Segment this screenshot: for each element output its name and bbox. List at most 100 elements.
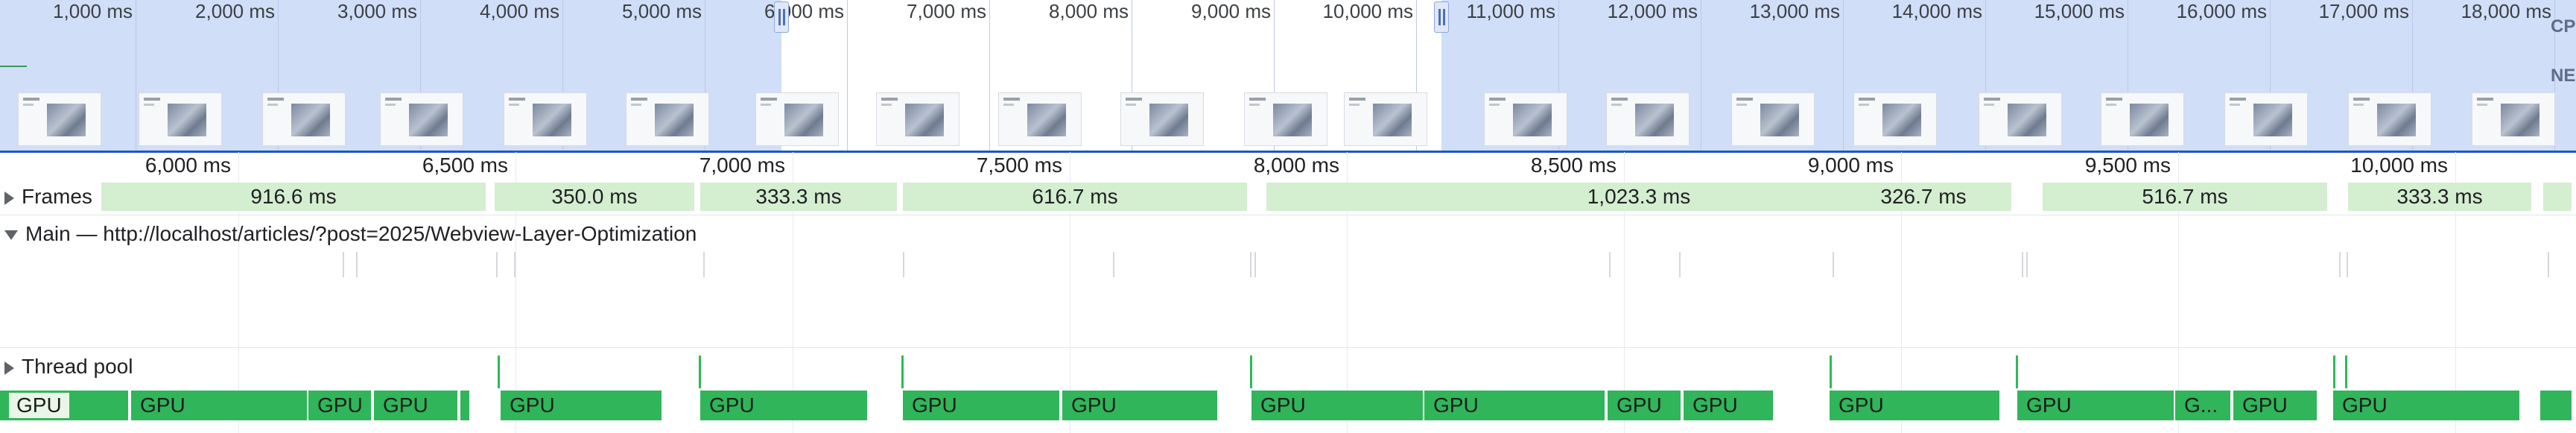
main-task-tick[interactable] xyxy=(2347,252,2348,277)
overview-time-label: 15,000 ms xyxy=(2034,0,2125,22)
frame-block[interactable]: 326.7 ms xyxy=(1834,183,2013,211)
screenshot-thumbnail[interactable] xyxy=(2224,92,2308,146)
screenshot-thumbnail[interactable] xyxy=(626,92,709,146)
frame-block[interactable]: 333.3 ms xyxy=(2348,183,2531,211)
gpu-task-block[interactable]: GPU xyxy=(2333,391,2519,420)
frame-block[interactable] xyxy=(2543,183,2572,211)
main-task-tick[interactable] xyxy=(2022,252,2023,277)
thread-pool-task[interactable] xyxy=(1250,355,1252,388)
main-task-tick[interactable] xyxy=(1250,252,1251,277)
screenshot-thumbnail[interactable] xyxy=(1979,92,2062,146)
frame-block[interactable]: 916.6 ms xyxy=(101,183,486,211)
cpu-chart-label: CP xyxy=(2551,16,2576,37)
gpu-task-block[interactable]: GPU xyxy=(1684,391,1773,420)
overview-gridline xyxy=(1843,0,1844,152)
gpu-task-block[interactable]: G... xyxy=(2175,391,2230,420)
frame-block[interactable]: 616.7 ms xyxy=(903,183,1247,211)
main-task-tick[interactable] xyxy=(1679,252,1681,277)
ruler-time-label: 9,500 ms xyxy=(2084,154,2171,177)
screenshot-thumbnail[interactable] xyxy=(380,92,463,146)
screenshot-thumbnail[interactable] xyxy=(2472,92,2555,146)
gpu-task-block[interactable]: GPU xyxy=(1830,391,1999,420)
frames-track-title: Frames xyxy=(22,185,92,208)
main-task-tick[interactable] xyxy=(2026,252,2028,277)
ruler-time-label: 8,000 ms xyxy=(1253,154,1339,177)
gpu-task-block[interactable]: GPU xyxy=(2017,391,2174,420)
selection-end-handle[interactable] xyxy=(1434,1,1449,33)
selection-start-handle[interactable] xyxy=(774,1,789,33)
screenshot-thumbnail[interactable] xyxy=(1853,92,1937,146)
overview-time-label: 12,000 ms xyxy=(1607,0,1698,22)
screenshot-thumbnail[interactable] xyxy=(18,92,101,146)
main-task-tick[interactable] xyxy=(343,252,344,277)
cpu-activity-line xyxy=(0,66,27,67)
thread-pool-task[interactable] xyxy=(1830,355,1832,388)
gpu-task-block[interactable]: GPU xyxy=(0,391,128,420)
main-task-tick[interactable] xyxy=(1254,252,1256,277)
thread-pool-track-header[interactable]: Thread pool xyxy=(4,352,133,382)
screenshot-thumbnail[interactable] xyxy=(504,92,587,146)
collapse-arrow-icon[interactable] xyxy=(4,230,18,241)
screenshot-thumbnail[interactable] xyxy=(139,92,222,146)
main-track-title: Main — http://localhost/articles/?post=2… xyxy=(25,222,697,245)
gpu-task-block[interactable]: GPU xyxy=(131,391,307,420)
gpu-task-block[interactable]: GPU xyxy=(1251,391,1423,420)
gpu-task-block[interactable] xyxy=(460,391,469,420)
overview-time-label: 7,000 ms xyxy=(907,0,986,22)
gpu-task-block[interactable]: GPU xyxy=(2233,391,2317,420)
screenshot-thumbnail[interactable] xyxy=(1731,92,1815,146)
gpu-task-block[interactable] xyxy=(2540,391,2572,420)
screenshot-thumbnail[interactable] xyxy=(2101,92,2184,146)
thread-pool-task[interactable] xyxy=(2333,355,2335,388)
gpu-task-block[interactable]: GPU xyxy=(700,391,867,420)
overview-time-label: 1,000 ms xyxy=(53,0,133,22)
frame-block[interactable]: 516.7 ms xyxy=(2043,183,2327,211)
overview-time-label: 9,000 ms xyxy=(1191,0,1271,22)
ruler-time-label: 6,500 ms xyxy=(422,154,508,177)
gpu-task-block[interactable]: GPU xyxy=(501,391,662,420)
screenshot-thumbnail[interactable] xyxy=(1244,92,1327,146)
frames-track-header[interactable]: Frames xyxy=(4,182,98,212)
ruler-time-label: 7,500 ms xyxy=(976,154,1062,177)
screenshot-thumbnail[interactable] xyxy=(755,92,839,146)
main-task-tick[interactable] xyxy=(703,252,705,277)
thread-pool-task[interactable] xyxy=(2345,355,2347,388)
thread-pool-task[interactable] xyxy=(901,355,904,388)
main-task-tick[interactable] xyxy=(1113,252,1114,277)
ruler-time-label: 10,000 ms xyxy=(2350,154,2448,177)
screenshot-thumbnail[interactable] xyxy=(262,92,346,146)
screenshot-thumbnail[interactable] xyxy=(998,92,1082,146)
gpu-task-block[interactable]: GPU xyxy=(374,391,457,420)
screenshot-thumbnail[interactable] xyxy=(1484,92,1567,146)
main-track-header[interactable]: Main — http://localhost/articles/?post=2… xyxy=(4,219,697,249)
frame-block[interactable]: 350.0 ms xyxy=(495,183,694,211)
frame-block[interactable]: 333.3 ms xyxy=(700,183,897,211)
thread-pool-task[interactable] xyxy=(498,355,500,388)
thread-pool-task[interactable] xyxy=(2016,355,2018,388)
thread-pool-task[interactable] xyxy=(699,355,701,388)
gpu-task-block[interactable]: GPU xyxy=(1608,391,1681,420)
expand-arrow-icon[interactable] xyxy=(4,361,14,375)
gpu-task-block[interactable]: GPU xyxy=(1062,391,1217,420)
screenshot-thumbnail[interactable] xyxy=(2348,92,2431,146)
main-task-tick[interactable] xyxy=(496,252,498,277)
overview-gridline xyxy=(989,0,990,152)
ruler-time-label: 9,000 ms xyxy=(1807,154,1894,177)
main-task-tick[interactable] xyxy=(1609,252,1611,277)
screenshot-thumbnail[interactable] xyxy=(1606,92,1690,146)
main-task-tick[interactable] xyxy=(356,252,358,277)
main-task-tick[interactable] xyxy=(903,252,904,277)
main-task-tick[interactable] xyxy=(2548,252,2549,277)
screenshot-thumbnail[interactable] xyxy=(1120,92,1204,146)
main-task-tick[interactable] xyxy=(514,252,515,277)
gpu-task-block[interactable]: GPU xyxy=(903,391,1059,420)
main-task-tick[interactable] xyxy=(2339,252,2341,277)
screenshot-thumbnail[interactable] xyxy=(876,92,959,146)
expand-arrow-icon[interactable] xyxy=(4,191,14,205)
screenshot-thumbnail[interactable] xyxy=(1344,92,1427,146)
main-task-tick[interactable] xyxy=(1833,252,1834,277)
overview-time-label: 14,000 ms xyxy=(1891,0,1982,22)
gpu-task-block[interactable]: GPU xyxy=(1424,391,1605,420)
timeline-overview[interactable]: 1,000 ms 2,000 ms 3,000 ms 4,000 ms 5,00… xyxy=(0,0,2576,152)
gpu-task-block[interactable]: GPU xyxy=(308,391,371,420)
